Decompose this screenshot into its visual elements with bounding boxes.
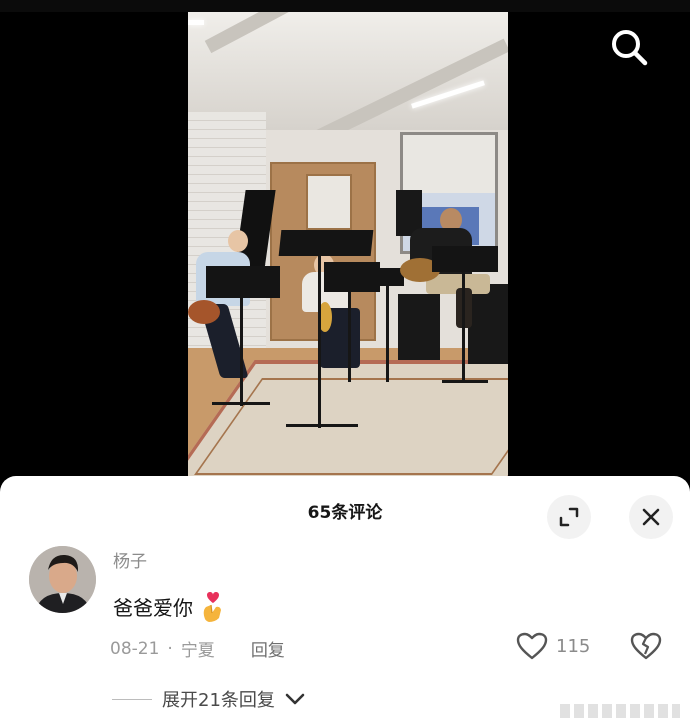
broken-heart-icon — [630, 632, 662, 660]
video-player[interactable] — [188, 12, 508, 476]
comment-date: 08-21 — [110, 638, 160, 659]
top-bar — [0, 0, 690, 12]
meta-separator: · — [167, 638, 173, 659]
close-panel-button[interactable] — [629, 495, 673, 539]
reply-button[interactable]: 回复 — [251, 636, 285, 661]
ceiling-light — [188, 20, 204, 25]
search-button[interactable] — [608, 26, 650, 68]
comment-body: 爸爸爱你 — [113, 589, 227, 623]
like-button[interactable]: 115 — [516, 632, 590, 660]
amplifier — [468, 284, 508, 364]
avatar[interactable] — [29, 546, 96, 613]
comment-location: 宁夏 — [180, 641, 215, 661]
expand-icon — [559, 507, 579, 527]
close-icon — [642, 508, 660, 526]
expand-divider — [112, 698, 152, 700]
amplifier — [398, 294, 440, 360]
watermark — [560, 704, 680, 718]
like-count: 115 — [556, 635, 591, 657]
comments-panel: 65条评论 杨子 爸爸爱你 08-21 · 宁夏 回复 115 展开21条回复 — [0, 476, 690, 724]
expand-replies-button[interactable]: 展开21条回复 — [112, 686, 305, 712]
expand-replies-label: 展开21条回复 — [162, 690, 275, 711]
search-icon — [612, 30, 648, 66]
chevron-down-icon — [285, 693, 305, 705]
expand-panel-button[interactable] — [547, 495, 591, 539]
dislike-button[interactable] — [630, 632, 662, 664]
comment-meta: 08-21 · 宁夏 回复 — [110, 636, 285, 662]
finger-heart-emoji — [203, 592, 221, 622]
heart-icon — [516, 632, 548, 660]
avatar-portrait — [29, 546, 96, 613]
comment-text: 爸爸爱你 — [113, 595, 193, 620]
comment-username[interactable]: 杨子 — [113, 547, 147, 572]
